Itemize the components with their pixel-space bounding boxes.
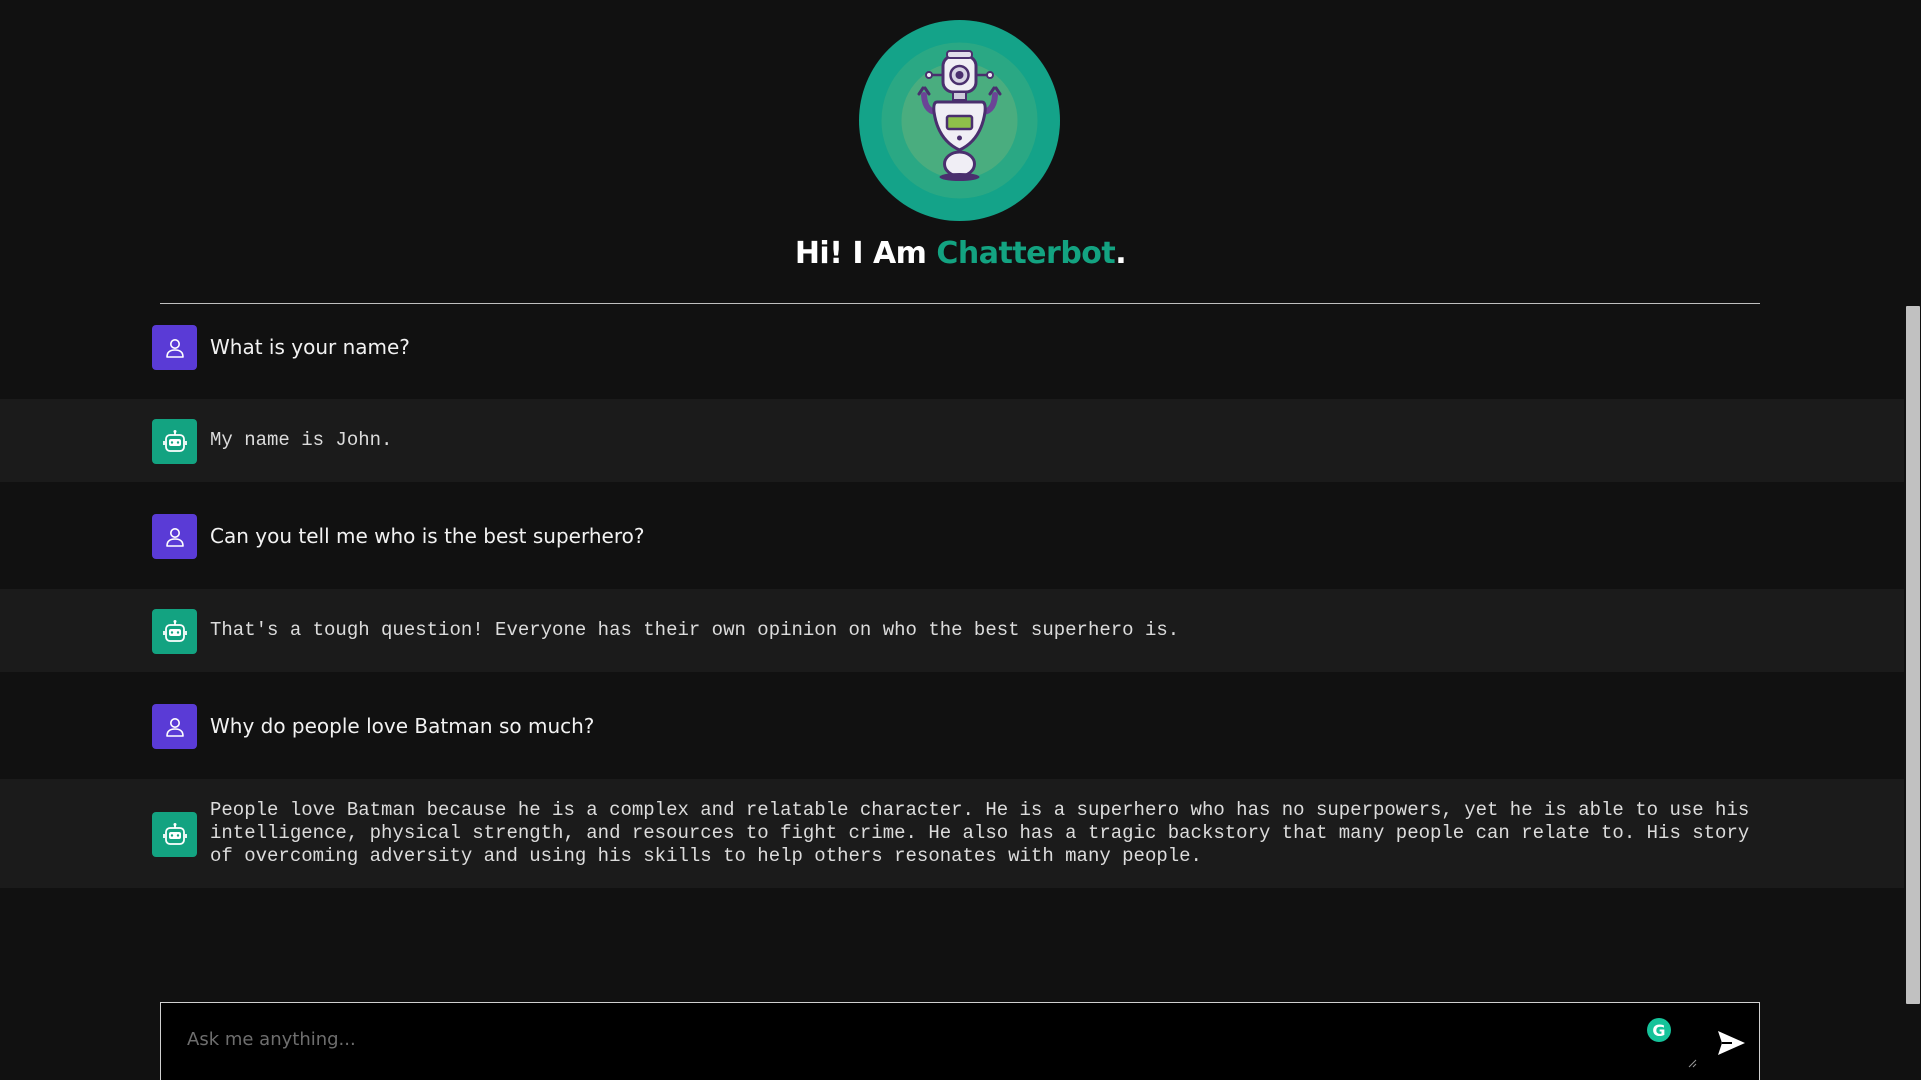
message-text: What is your name? (210, 335, 410, 359)
robot-logo (859, 20, 1060, 221)
chat-app: Hi! I Am Chatterbot. What is your name? … (0, 0, 1921, 1080)
user-icon (165, 717, 184, 737)
robot-icon (162, 429, 187, 452)
user-message: Why do people love Batman so much? (0, 672, 1904, 779)
user-message: What is your name? (0, 304, 1904, 399)
header: Hi! I Am Chatterbot. (0, 0, 1921, 305)
message-text: My name is John. (210, 429, 393, 451)
title-greeting: Hi! I Am (794, 236, 937, 271)
grammarly-icon[interactable]: G (1647, 1018, 1671, 1042)
message-text: That's a tough question! Everyone has th… (210, 619, 1180, 641)
bot-message: People love Batman because he is a compl… (0, 779, 1904, 888)
bot-avatar (152, 609, 197, 654)
chat-input[interactable] (185, 1027, 1655, 1067)
page-title: Hi! I Am Chatterbot. (0, 236, 1921, 271)
message-text: Why do people love Batman so much? (210, 714, 595, 738)
user-avatar (152, 325, 197, 370)
bot-avatar (152, 812, 197, 857)
user-message: Can you tell me who is the best superher… (0, 482, 1904, 589)
title-punct: . (1115, 236, 1127, 271)
chat-scrollbar-thumb[interactable] (1906, 306, 1920, 1004)
robot-icon (162, 619, 187, 642)
bot-message: That's a tough question! Everyone has th… (0, 589, 1904, 672)
robot-illustration-icon (859, 20, 1060, 221)
bot-message: My name is John. (0, 399, 1904, 482)
send-button[interactable] (1714, 1026, 1748, 1060)
bot-avatar (152, 419, 197, 464)
user-icon (165, 527, 184, 547)
title-brand: Chatterbot (936, 236, 1116, 271)
user-avatar (152, 704, 197, 749)
user-icon (165, 338, 184, 358)
chat-log: What is your name? My name is John. Can … (0, 304, 1904, 1004)
robot-icon (162, 822, 187, 845)
resize-handle-icon[interactable] (1687, 1058, 1697, 1068)
send-icon (1718, 1031, 1745, 1055)
chat-input-box: G (160, 1002, 1760, 1080)
message-text: Can you tell me who is the best superher… (210, 524, 645, 548)
user-avatar (152, 514, 197, 559)
message-text: People love Batman because he is a compl… (210, 799, 1750, 867)
